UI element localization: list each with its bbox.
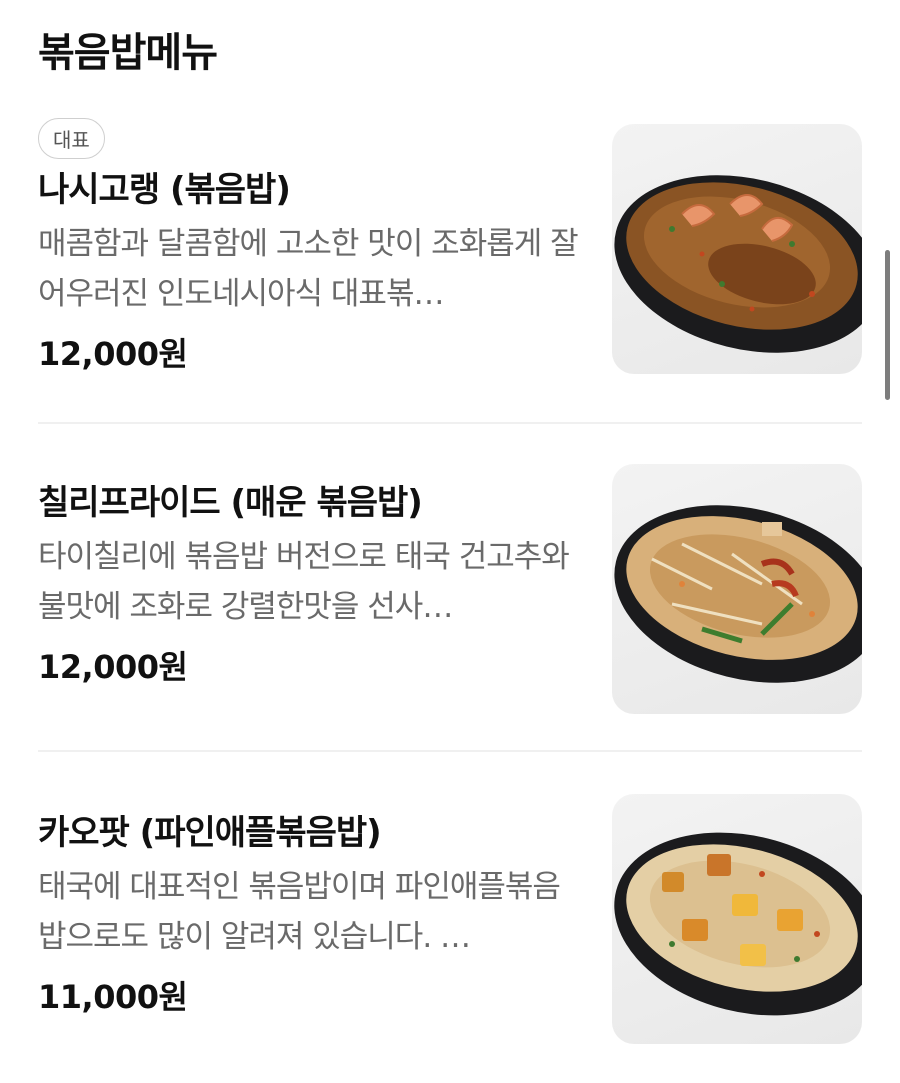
menu-item-description: 태국에 대표적인 볶음밥이며 파인애플볶음밥으로도 많이 알려져 있습니다. … bbox=[38, 869, 561, 955]
menu-item-photo[interactable] bbox=[612, 464, 862, 714]
nasi-goreng-photo-icon bbox=[614, 175, 862, 353]
menu-item-photo[interactable] bbox=[612, 794, 862, 1044]
menu-item-description: 매콤함과 달콤함에 고소한 맛이 조화롭게 잘 어우러진 인도네시아식 대표볶… bbox=[38, 226, 578, 312]
menu-item-nasi-goreng[interactable]: 대표 나시고랭 (볶음밥) 매콤함과 달콤함에 고소한 맛이 조화롭게 잘 어우… bbox=[38, 118, 862, 378]
menu-item-photo[interactable] bbox=[612, 124, 862, 374]
section-title: 볶음밥메뉴 bbox=[38, 30, 218, 76]
menu-item-khao-pad[interactable]: 카오팟 (파인애플볶음밥) 태국에 대표적인 볶음밥이며 파인애플볶음밥으로도 … bbox=[38, 794, 862, 1050]
menu-item-chili-fried-rice[interactable]: 칠리프라이드 (매운 볶음밥) 타이칠리에 볶음밥 버전으로 태국 건고추와 불… bbox=[38, 464, 862, 720]
scrollbar[interactable] bbox=[885, 250, 890, 400]
chili-fried-rice-photo-icon bbox=[614, 505, 862, 683]
signature-badge: 대표 bbox=[38, 118, 105, 159]
khao-pad-photo-icon bbox=[614, 832, 862, 1016]
menu-item-description: 타이칠리에 볶음밥 버전으로 태국 건고추와 불맛에 조화로 강렬한맛을 선사… bbox=[38, 539, 570, 625]
divider bbox=[38, 750, 862, 752]
divider bbox=[38, 422, 862, 424]
